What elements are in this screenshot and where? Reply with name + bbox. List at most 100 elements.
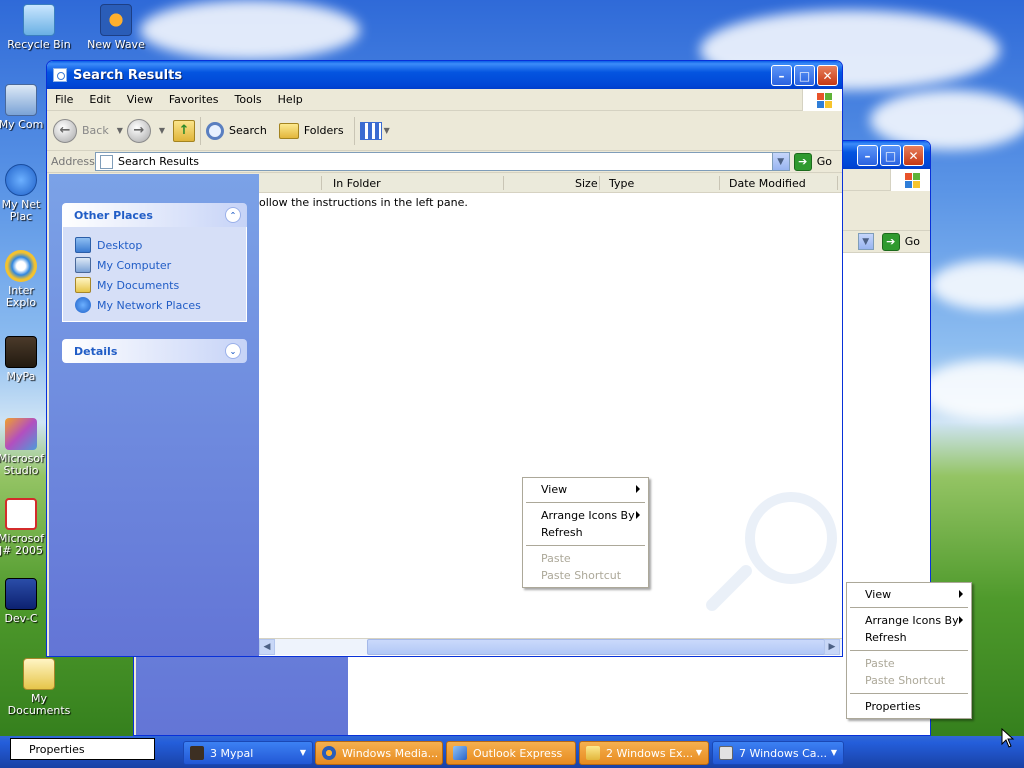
taskbar-button-mypal[interactable]: 3 Mypal ▼ <box>183 741 313 765</box>
search-label: Search <box>229 124 267 137</box>
mouse-cursor-icon <box>1001 728 1015 748</box>
menu-item-label: Paste Shortcut <box>541 569 622 582</box>
toolbar-separator <box>200 116 202 145</box>
views-button[interactable]: ▼ <box>359 121 394 140</box>
menu-edit[interactable]: Edit <box>81 93 118 106</box>
column-type[interactable]: Type <box>609 177 634 190</box>
menu-favorites[interactable]: Favorites <box>161 93 227 106</box>
other-places-panel: Other Places ⌃ Desktop My Computer My Do… <box>62 203 247 322</box>
magnifier-handle <box>703 562 755 614</box>
maximize-button[interactable]: □ <box>880 145 901 166</box>
other-places-header[interactable]: Other Places ⌃ <box>62 203 247 227</box>
submenu-arrow-icon <box>959 590 963 598</box>
context-arrange-icons-by[interactable]: Arrange Icons By <box>523 507 648 524</box>
taskbar-button-windows-explorer[interactable]: 2 Windows Ex... ▼ <box>579 741 709 765</box>
windows-logo-icon <box>890 169 930 191</box>
context-menu-main: View Arrange Icons By Refresh Paste Past… <box>522 477 649 588</box>
desktop-icon-label: Recycle Bin <box>7 38 71 51</box>
desktop-icon-microsoft-jsharp[interactable]: Microsof J# 2005 <box>0 498 46 557</box>
taskbar-button-windows-media[interactable]: Windows Media... <box>315 741 443 765</box>
taskbar-button-windows-calculator[interactable]: 7 Windows Ca... ▼ <box>712 741 844 765</box>
desktop-icon-my-network-places[interactable]: My Net Plac <box>0 164 46 223</box>
menu-view[interactable]: View <box>119 93 161 106</box>
close-button[interactable]: ✕ <box>903 145 924 166</box>
scroll-right-button[interactable]: ▶ <box>824 639 840 655</box>
horizontal-scrollbar[interactable]: ◀ ▶ <box>259 638 842 655</box>
details-header[interactable]: Details ⌄ <box>62 339 247 363</box>
desktop-icon-internet-explorer[interactable]: Inter Explo <box>0 250 46 309</box>
back-button[interactable]: ← Back <box>53 118 109 143</box>
menu-item-label: Paste Shortcut <box>865 674 946 687</box>
details-panel: Details ⌄ <box>62 339 247 363</box>
up-folder-button[interactable]: ↑ <box>173 119 196 142</box>
desktop-icon-my-documents[interactable]: My Documents <box>0 658 78 717</box>
column-header-row: In Folder Size Type Date Modified <box>259 174 842 193</box>
context-arrange-icons-by[interactable]: Arrange Icons By <box>847 612 971 629</box>
context-view[interactable]: View <box>847 586 971 603</box>
place-link-my-network-places[interactable]: My Network Places <box>75 295 234 315</box>
my-documents-icon <box>23 658 55 690</box>
context-properties[interactable]: Properties <box>847 698 971 715</box>
search-button[interactable]: Search <box>206 121 267 140</box>
place-link-desktop[interactable]: Desktop <box>75 235 234 255</box>
desktop-icon-microsoft-studio[interactable]: Microsof Studio <box>0 418 46 477</box>
menu-bar: File Edit View Favorites Tools Help <box>47 89 842 111</box>
properties-popup[interactable]: Properties <box>10 738 155 760</box>
address-dropdown-button[interactable]: ▼ <box>857 233 874 250</box>
taskbar-button-outlook-express[interactable]: Outlook Express <box>446 741 576 765</box>
scroll-left-button[interactable]: ◀ <box>259 639 275 655</box>
taskbar-button-label: Outlook Express <box>473 746 563 760</box>
minimize-button[interactable]: – <box>857 145 878 166</box>
back-history-dropdown[interactable]: ▼ <box>117 126 123 135</box>
mypal-icon <box>5 336 37 368</box>
folders-button[interactable]: Folders <box>278 122 344 139</box>
desktop-icon-recycle-bin[interactable]: Recycle Bin <box>0 4 78 51</box>
column-size[interactable]: Size <box>575 177 598 190</box>
column-in-folder[interactable]: In Folder <box>333 177 381 190</box>
maximize-button[interactable]: □ <box>794 65 815 86</box>
expand-chevron-icon[interactable]: ⌄ <box>225 343 241 359</box>
internet-explorer-icon <box>5 250 37 282</box>
menu-item-label: Paste <box>865 657 895 670</box>
search-results-window[interactable]: Search Results – □ ✕ File Edit View Favo… <box>46 60 843 657</box>
forward-history-dropdown[interactable]: ▼ <box>159 126 165 135</box>
place-link-my-computer[interactable]: My Computer <box>75 255 234 275</box>
menu-file[interactable]: File <box>47 93 81 106</box>
close-button[interactable]: ✕ <box>817 65 838 86</box>
collapse-chevron-icon[interactable]: ⌃ <box>225 207 241 223</box>
window-title: Search Results <box>73 67 183 83</box>
minimize-button[interactable]: – <box>771 65 792 86</box>
submenu-arrow-icon <box>959 616 963 624</box>
search-icon <box>206 121 225 140</box>
desktop-icon-mypal[interactable]: MyPa <box>0 336 46 383</box>
forward-button[interactable]: → <box>126 118 151 143</box>
recycle-bin-icon <box>23 4 55 36</box>
properties-popup-label: Properties <box>29 742 85 756</box>
place-link-my-documents[interactable]: My Documents <box>75 275 234 295</box>
place-link-label: My Computer <box>97 258 172 272</box>
mypal-icon <box>190 746 204 760</box>
menu-item-label: Refresh <box>541 526 583 539</box>
context-refresh[interactable]: Refresh <box>523 524 648 541</box>
media-file-icon <box>100 4 132 36</box>
address-dropdown-button[interactable]: ▼ <box>771 153 789 170</box>
context-paste-shortcut: Paste Shortcut <box>523 567 648 584</box>
desktop-icon-label: Dev-C <box>4 612 38 625</box>
scroll-thumb[interactable] <box>367 639 825 655</box>
context-view[interactable]: View <box>523 481 648 498</box>
menu-item-label: View <box>541 483 568 496</box>
taskbar-button-label: 7 Windows Ca... <box>739 746 828 760</box>
desktop-icon-new-wave[interactable]: New Wave <box>77 4 155 60</box>
desktop-icon-my-computer[interactable]: My Com <box>0 84 46 131</box>
desktop-icon-dev-cpp[interactable]: Dev-C <box>0 578 46 625</box>
title-bar[interactable]: Search Results – □ ✕ <box>47 61 842 89</box>
column-date-modified[interactable]: Date Modified <box>729 177 806 190</box>
menu-separator <box>850 693 968 694</box>
go-button[interactable]: ➔ Go <box>881 232 920 251</box>
menu-tools[interactable]: Tools <box>227 93 270 106</box>
go-button[interactable]: ➔ Go <box>793 152 832 171</box>
address-input[interactable]: Search Results ▼ <box>95 152 790 171</box>
menu-help[interactable]: Help <box>270 93 311 106</box>
context-refresh[interactable]: Refresh <box>847 629 971 646</box>
menu-item-label: View <box>865 588 892 601</box>
